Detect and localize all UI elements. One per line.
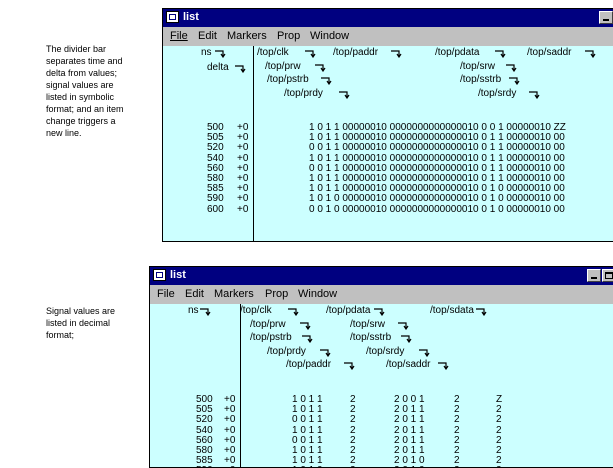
menu-prop[interactable]: Prop [265, 288, 288, 300]
column-arrow-icon[interactable] [302, 335, 313, 343]
column-arrow-icon[interactable] [585, 50, 596, 58]
menu-bar: File Edit Markers Prop Window [150, 285, 613, 304]
menu-prop[interactable]: Prop [277, 30, 300, 42]
column-arrow-icon[interactable] [509, 77, 520, 85]
column-header[interactable]: /top/prw [265, 61, 301, 72]
column-arrow-icon[interactable] [200, 308, 211, 316]
column-header[interactable]: /top/saddr [386, 359, 430, 370]
column-arrow-icon[interactable] [215, 50, 226, 58]
column-arrow-icon[interactable] [315, 64, 326, 72]
note-symbolic-format: The divider bar separates time and delta… [46, 44, 124, 138]
column-header[interactable]: /top/clk [240, 305, 272, 316]
column-header[interactable]: /top/paddr [333, 47, 378, 58]
title-bar[interactable]: list [163, 9, 613, 27]
column-arrow-icon[interactable] [288, 308, 299, 316]
column-header[interactable]: /top/clk [257, 47, 289, 58]
column-arrow-icon[interactable] [300, 322, 311, 330]
column-arrow-icon[interactable] [506, 64, 517, 72]
menu-edit[interactable]: Edit [198, 30, 217, 42]
list-pane[interactable]: ns/top/clk/top/pdata/top/sdata/top/prw/t… [150, 304, 613, 467]
list-app-icon[interactable] [166, 11, 179, 23]
note-decimal-format: Signal values are listed in decimal form… [46, 306, 116, 340]
list-pane[interactable]: ns delta/top/clk/top/paddr/top/pdata/top/… [163, 46, 613, 241]
column-arrow-icon[interactable] [235, 65, 246, 73]
column-arrow-icon[interactable] [419, 349, 430, 357]
time-cell: 600 [207, 203, 224, 215]
column-arrow-icon[interactable] [476, 308, 487, 316]
column-header[interactable]: ns [188, 305, 199, 316]
column-header[interactable]: /top/sstrb [460, 74, 501, 85]
column-header[interactable]: /top/saddr [527, 47, 571, 58]
column-header[interactable]: /top/pstrb [267, 74, 309, 85]
minimize-icon[interactable] [599, 11, 613, 24]
column-header[interactable]: ns [201, 47, 212, 58]
list-app-icon[interactable] [153, 269, 166, 281]
column-header[interactable]: /top/paddr [286, 359, 331, 370]
column-arrow-icon[interactable] [398, 322, 409, 330]
menu-window[interactable]: Window [310, 30, 349, 42]
column-header[interactable]: /top/pdata [435, 47, 479, 58]
column-header[interactable]: /top/prdy [267, 346, 306, 357]
window-title: list [170, 269, 186, 281]
column-arrow-icon[interactable] [305, 50, 316, 58]
column-arrow-icon[interactable] [344, 362, 355, 370]
column-arrow-icon[interactable] [438, 362, 449, 370]
column-header[interactable]: /top/pdata [326, 305, 370, 316]
column-arrow-icon[interactable] [320, 349, 331, 357]
list-window-decimal: list File Edit Markers Prop Window ns/to… [149, 266, 613, 468]
column-header[interactable]: /top/srdy [478, 88, 516, 99]
maximize-icon[interactable] [602, 269, 613, 282]
column-header[interactable]: /top/sstrb [350, 332, 391, 343]
column-arrow-icon[interactable] [391, 50, 402, 58]
window-title: list [183, 11, 199, 23]
menu-bar: File Edit Markers Prop Window [163, 27, 613, 46]
menu-window[interactable]: Window [298, 288, 337, 300]
column-header[interactable]: /top/pstrb [250, 332, 292, 343]
column-header[interactable]: /top/srdy [366, 346, 404, 357]
delta-cell: +0 [237, 203, 249, 215]
menu-edit[interactable]: Edit [185, 288, 204, 300]
menu-file[interactable]: File [170, 30, 188, 42]
column-arrow-icon[interactable] [529, 91, 540, 99]
list-window-symbolic: list File Edit Markers Prop Window ns del… [162, 8, 613, 242]
divider-bar[interactable] [240, 304, 241, 467]
column-arrow-icon[interactable] [374, 308, 385, 316]
column-arrow-icon[interactable] [321, 77, 332, 85]
column-header[interactable]: /top/prw [250, 319, 286, 330]
column-header[interactable]: /top/prdy [284, 88, 323, 99]
column-arrow-icon[interactable] [401, 335, 412, 343]
column-header[interactable]: /top/srw [350, 319, 385, 330]
menu-markers[interactable]: Markers [214, 288, 254, 300]
column-arrow-icon[interactable] [495, 50, 506, 58]
minimize-icon[interactable] [587, 269, 601, 282]
title-bar[interactable]: list [150, 267, 613, 285]
table-row[interactable]: 0 0 1 0 00000010 0000000000000010 0 1 0 … [309, 204, 565, 215]
column-header[interactable]: delta [207, 62, 229, 73]
menu-markers[interactable]: Markers [227, 30, 267, 42]
column-header[interactable]: /top/sdata [430, 305, 474, 316]
column-arrow-icon[interactable] [339, 91, 350, 99]
divider-bar[interactable] [253, 46, 254, 241]
column-header[interactable]: /top/srw [460, 61, 495, 72]
menu-file[interactable]: File [157, 288, 175, 300]
